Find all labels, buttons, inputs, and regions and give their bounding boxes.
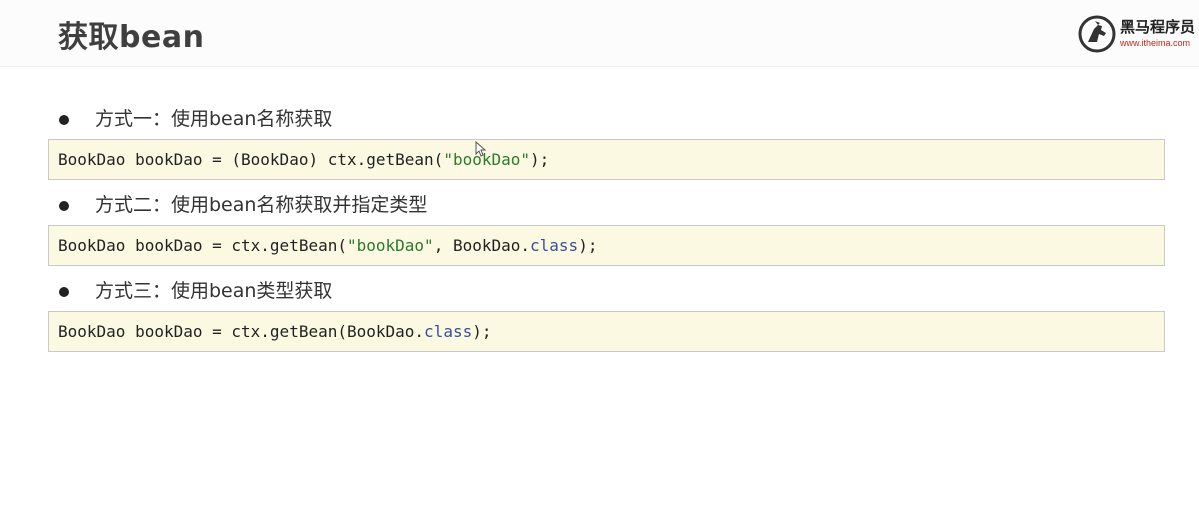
method-item: 方式二：使用bean名称获取并指定类型 <box>58 192 858 218</box>
bullet-dot-icon <box>59 115 69 125</box>
code-text: BookDao bookDao = (BookDao) ctx.getBean( <box>58 150 444 169</box>
code-line: BookDao bookDao = ctx.getBean(BookDao.cl… <box>58 322 491 342</box>
code-text: , BookDao. <box>433 236 531 255</box>
method-label: 方式一：使用bean名称获取 <box>95 108 333 130</box>
page-title: 获取bean <box>58 20 205 55</box>
code-block: BookDao bookDao = ctx.getBean(BookDao.cl… <box>48 311 1165 352</box>
code-block: BookDao bookDao = (BookDao) ctx.getBean(… <box>48 139 1165 180</box>
code-text: BookDao bookDao = ctx.getBean(BookDao. <box>58 322 425 341</box>
method-label: 方式三：使用bean类型获取 <box>95 280 333 302</box>
slide-header: 获取bean 黑马程序员 www.itheima.com <box>0 0 1199 67</box>
brand-logo: 黑马程序员 www.itheima.com <box>1078 15 1199 55</box>
mouse-cursor-icon <box>475 141 487 157</box>
method-item: 方式三：使用bean类型获取 <box>58 278 858 304</box>
code-keyword: class <box>530 236 579 255</box>
logo-url: www.itheima.com <box>1120 38 1191 48</box>
code-text: BookDao bookDao = ctx.getBean( <box>58 236 347 255</box>
code-text: ); <box>530 150 550 169</box>
code-string-literal: "bookDao" <box>346 236 434 255</box>
code-text: ); <box>472 322 492 341</box>
code-line: BookDao bookDao = ctx.getBean("bookDao",… <box>58 236 597 256</box>
bullet-dot-icon <box>59 201 69 211</box>
code-keyword: class <box>424 322 473 341</box>
method-label: 方式二：使用bean名称获取并指定类型 <box>95 194 428 216</box>
method-item: 方式一：使用bean名称获取 <box>58 106 858 132</box>
logo-brand-name: 黑马程序员 <box>1120 18 1196 36</box>
code-text: ); <box>578 236 598 255</box>
horse-logo-icon <box>1078 15 1116 53</box>
code-block: BookDao bookDao = ctx.getBean("bookDao",… <box>48 225 1165 266</box>
bullet-dot-icon <box>59 287 69 297</box>
